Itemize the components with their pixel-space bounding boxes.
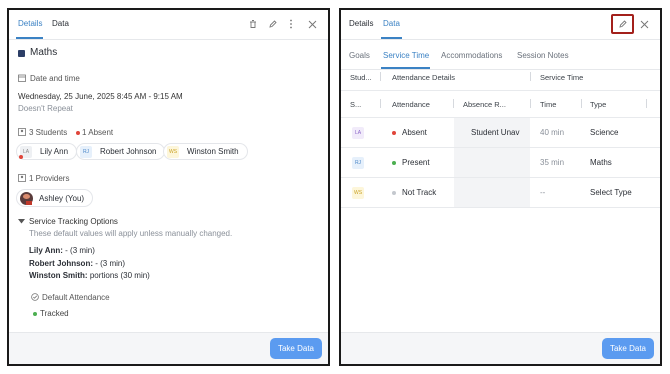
- tab-data[interactable]: Data: [383, 19, 400, 28]
- student-chip[interactable]: RJ Robert Johnson: [76, 143, 166, 160]
- subtab-accommodations[interactable]: Accommodations: [441, 51, 502, 60]
- default-attendance-value: Tracked: [40, 309, 69, 318]
- tracking-title[interactable]: Service Tracking Options: [29, 217, 118, 226]
- attendance-cell[interactable]: Present: [402, 158, 430, 167]
- tracking-description: These default values will apply unless m…: [29, 229, 233, 238]
- close-icon[interactable]: [306, 18, 318, 30]
- providers-icon: [17, 173, 26, 182]
- tab-details[interactable]: Details: [18, 19, 42, 28]
- trash-icon[interactable]: [247, 18, 259, 30]
- active-tab-indicator: [381, 37, 402, 39]
- tracked-dot: [33, 312, 37, 316]
- subtab-service-time[interactable]: Service Time: [383, 51, 429, 60]
- column-header-student[interactable]: S...: [350, 100, 361, 109]
- students-icon: [17, 127, 26, 136]
- column-header-time[interactable]: Time: [540, 100, 556, 109]
- attendance-cell[interactable]: Not Track: [402, 188, 436, 197]
- check-circle-icon: [30, 292, 39, 301]
- details-panel: Details Data Maths Date and time Wednesd…: [7, 8, 330, 366]
- type-cell[interactable]: Maths: [590, 158, 612, 167]
- panel-tabbar: Details Data: [341, 10, 660, 40]
- absent-dot: [76, 131, 80, 135]
- avatar: RJ: [352, 157, 364, 169]
- header-divider: [341, 90, 660, 91]
- provider-avatar: [20, 191, 33, 205]
- column-header-attendance[interactable]: Attendance: [392, 100, 430, 109]
- column-separator: [646, 99, 647, 108]
- attendance-cell[interactable]: Absent: [402, 128, 427, 137]
- avatar: WS: [352, 187, 364, 199]
- column-separator: [380, 72, 381, 81]
- tracking-line: Lily Ann: - (3 min): [29, 246, 95, 255]
- tracking-line: Winston Smith: portions (30 min): [29, 271, 150, 280]
- repeat-value: Doesn't Repeat: [18, 104, 73, 113]
- column-header-type[interactable]: Type: [590, 100, 606, 109]
- table-row: LA Absent Student Unav 40 min Science: [341, 118, 660, 148]
- column-separator: [530, 99, 531, 108]
- avatar: RJ: [80, 145, 92, 158]
- group-header-service-time: Service Time: [540, 73, 584, 82]
- avatar: WS: [167, 145, 179, 158]
- more-vertical-icon[interactable]: [286, 18, 296, 30]
- column-header-absence-reason[interactable]: Absence R...: [463, 100, 506, 109]
- session-title: Maths: [30, 47, 58, 58]
- absent-count: 1 Absent: [82, 128, 114, 137]
- active-tab-indicator: [16, 37, 43, 39]
- caret-down-icon[interactable]: [17, 217, 25, 225]
- column-separator: [453, 99, 454, 108]
- group-header-student: Stud...: [350, 73, 372, 82]
- pencil-icon[interactable]: [267, 18, 279, 30]
- tracking-line: Robert Johnson: - (3 min): [29, 259, 125, 268]
- present-dot: [392, 161, 396, 165]
- group-header-attendance: Attendance Details: [392, 73, 455, 82]
- student-chip[interactable]: LA Lily Ann: [16, 143, 78, 160]
- type-cell[interactable]: Science: [590, 128, 618, 137]
- tab-data[interactable]: Data: [52, 19, 69, 28]
- absent-dot: [392, 131, 396, 135]
- default-attendance-label: Default Attendance: [42, 293, 110, 302]
- student-name: Lily Ann: [40, 147, 69, 156]
- provider-chip[interactable]: Ashley (You): [16, 189, 94, 207]
- subject-color-swatch: [18, 50, 25, 57]
- time-cell[interactable]: --: [540, 188, 545, 197]
- providers-count: 1 Providers: [29, 174, 70, 183]
- data-subtabs: Goals Service Time Accommodations Sessio…: [341, 40, 660, 70]
- panel-tabbar: Details Data: [9, 10, 328, 40]
- absence-reason-cell[interactable]: Student Unav: [471, 128, 529, 137]
- table-row: RJ Present 35 min Maths: [341, 148, 660, 178]
- avatar: LA: [352, 127, 364, 139]
- close-icon[interactable]: [638, 18, 650, 30]
- date-time-value: Wednesday, 25 June, 2025 8:45 AM - 9:15 …: [18, 92, 183, 101]
- provider-name: Ashley (You): [39, 193, 85, 203]
- subtab-session-notes[interactable]: Session Notes: [517, 51, 569, 60]
- subtab-goals[interactable]: Goals: [349, 51, 370, 60]
- column-separator: [380, 99, 381, 108]
- active-subtab-indicator: [381, 67, 430, 69]
- take-data-button[interactable]: Take Data: [602, 338, 654, 359]
- not-tracked-dot: [392, 191, 396, 195]
- student-name: Winston Smith: [187, 147, 239, 156]
- row-divider: [341, 207, 660, 208]
- data-panel: Details Data Goals Service Time Accommod…: [339, 8, 662, 366]
- type-cell[interactable]: Select Type: [590, 188, 632, 197]
- time-cell[interactable]: 40 min: [540, 128, 564, 137]
- calendar-icon: [17, 73, 26, 82]
- pencil-icon[interactable]: [617, 18, 629, 30]
- column-separator: [530, 72, 531, 81]
- avatar: LA: [19, 145, 32, 159]
- student-chip[interactable]: WS Winston Smith: [163, 143, 248, 160]
- date-time-label: Date and time: [30, 74, 80, 83]
- table-row: WS Not Track -- Select Type: [341, 178, 660, 208]
- column-separator: [581, 99, 582, 108]
- student-name: Robert Johnson: [100, 147, 157, 156]
- tab-details[interactable]: Details: [349, 19, 373, 28]
- take-data-button[interactable]: Take Data: [270, 338, 322, 359]
- students-count: 3 Students: [29, 128, 68, 137]
- time-cell[interactable]: 35 min: [540, 158, 564, 167]
